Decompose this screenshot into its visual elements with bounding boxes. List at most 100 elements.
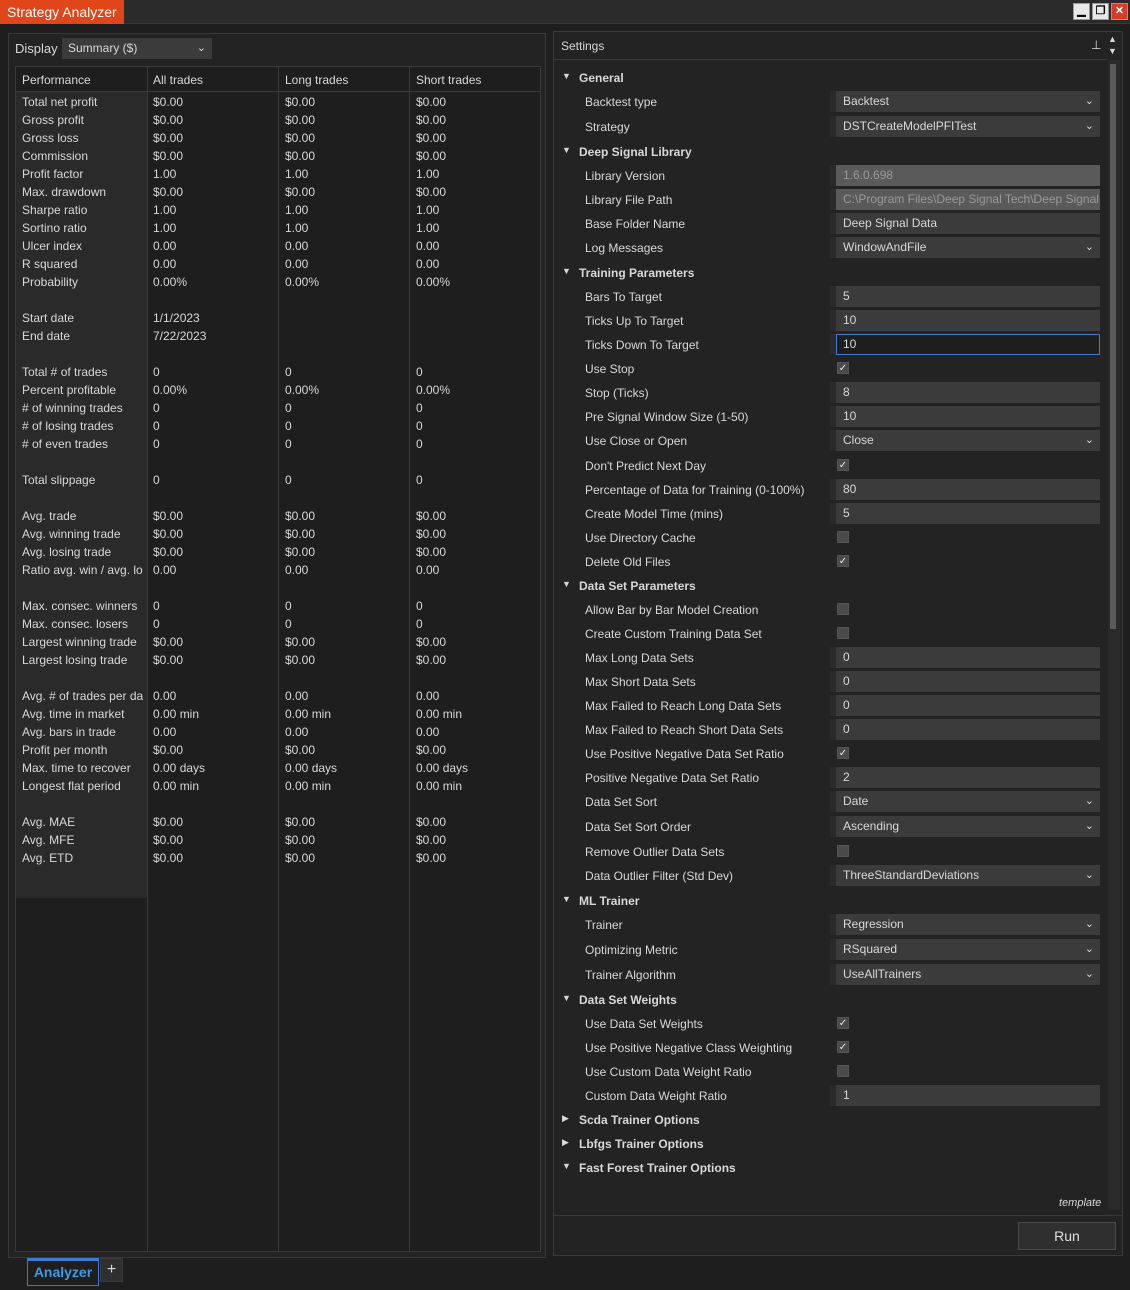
- short-trades-value: 1.00: [416, 167, 440, 181]
- property-backtest-type: Backtest type Backtest ⌄: [554, 91, 1107, 113]
- category-lbfgs-trainer-options[interactable]: ▶ Lbfgs Trainer Options: [554, 1133, 1107, 1155]
- property-trainer-algorithm: Trainer Algorithm UseAllTrainers ⌄: [554, 964, 1107, 986]
- property-input[interactable]: 0: [836, 671, 1100, 692]
- header-all-trades[interactable]: All trades: [153, 73, 203, 87]
- property-input[interactable]: 0: [836, 719, 1100, 740]
- checkbox-unchecked[interactable]: [837, 627, 849, 639]
- property-input[interactable]: 80: [836, 479, 1100, 500]
- property-dropdown[interactable]: Ascending ⌄: [836, 816, 1100, 837]
- caret-right-icon[interactable]: ▶: [562, 1113, 569, 1124]
- header-performance[interactable]: Performance: [22, 73, 91, 87]
- property-input[interactable]: 10: [836, 310, 1100, 331]
- property-input[interactable]: 2: [836, 767, 1100, 788]
- property-input[interactable]: 1: [836, 1085, 1100, 1106]
- property-input[interactable]: 5: [836, 286, 1100, 307]
- property-dropdown[interactable]: Backtest ⌄: [836, 91, 1100, 112]
- checkbox-checked[interactable]: ✓: [837, 1041, 849, 1053]
- checkbox-checked[interactable]: ✓: [837, 362, 849, 374]
- checkbox-unchecked[interactable]: [837, 531, 849, 543]
- checkbox-checked[interactable]: ✓: [837, 747, 849, 759]
- property-dropdown[interactable]: Date ⌄: [836, 791, 1100, 812]
- header-short-trades[interactable]: Short trades: [416, 73, 481, 87]
- category-deep-signal-library[interactable]: ▼ Deep Signal Library: [554, 141, 1107, 163]
- short-trades-value: $0.00: [416, 743, 447, 757]
- add-tab-button[interactable]: +: [100, 1258, 123, 1282]
- short-trades-value: $0.00: [416, 545, 447, 559]
- category-ml-trainer[interactable]: ▼ ML Trainer: [554, 890, 1107, 912]
- all-trades-value: $0.00: [153, 815, 184, 829]
- long-trades-value: 0: [285, 437, 292, 451]
- category-fast-forest-trainer-options[interactable]: ▼ Fast Forest Trainer Options: [554, 1157, 1107, 1179]
- caret-down-icon[interactable]: ▼: [562, 993, 571, 1003]
- property-label: Backtest type: [585, 95, 658, 109]
- header-long-trades[interactable]: Long trades: [285, 73, 348, 87]
- checkbox-unchecked[interactable]: [837, 603, 849, 615]
- property-dropdown[interactable]: WindowAndFile ⌄: [836, 237, 1100, 258]
- category-data-set-parameters[interactable]: ▼ Data Set Parameters: [554, 575, 1107, 597]
- display-dropdown[interactable]: Summary ($) ⌄: [62, 38, 212, 59]
- short-trades-value: 0.00 min: [416, 779, 463, 793]
- minimize-button[interactable]: ▁: [1073, 3, 1090, 20]
- all-trades-value: 0.00%: [153, 275, 188, 289]
- caret-down-icon[interactable]: ▼: [562, 145, 571, 155]
- chevron-down-icon: ⌄: [1084, 95, 1094, 107]
- template-label[interactable]: template: [1059, 1197, 1101, 1209]
- property-value: Ascending: [843, 819, 900, 833]
- run-button[interactable]: Run: [1018, 1222, 1116, 1250]
- metric-label: Max. time to recover: [22, 761, 131, 775]
- category-scda-trainer-options[interactable]: ▶ Scda Trainer Options: [554, 1109, 1107, 1131]
- caret-right-icon[interactable]: ▶: [562, 1137, 569, 1148]
- tab-analyzer[interactable]: Analyzer: [27, 1258, 99, 1286]
- short-trades-value: 0: [416, 365, 423, 379]
- title-bar: Strategy Analyzer ▁ ❐ ✕: [0, 0, 1130, 24]
- checkbox-unchecked[interactable]: [837, 1065, 849, 1077]
- long-trades-value: 1.00: [285, 221, 309, 235]
- short-trades-value: 0: [416, 473, 423, 487]
- property-dropdown[interactable]: ThreeStandardDeviations ⌄: [836, 865, 1100, 886]
- checkbox-unchecked[interactable]: [837, 845, 849, 857]
- caret-down-icon[interactable]: ▼: [562, 894, 571, 904]
- property-value: WindowAndFile: [843, 240, 927, 254]
- maximize-button[interactable]: ❐: [1092, 3, 1109, 20]
- property-label: Create Model Time (mins): [585, 507, 724, 521]
- scroll-up-icon[interactable]: ▲: [1108, 34, 1117, 44]
- caret-down-icon[interactable]: ▼: [562, 1161, 571, 1171]
- caret-down-icon[interactable]: ▼: [562, 71, 571, 81]
- property-input[interactable]: 10: [836, 334, 1100, 355]
- caret-down-icon[interactable]: ▼: [562, 579, 571, 589]
- metric-label: # of winning trades: [22, 401, 123, 415]
- checkbox-checked[interactable]: ✓: [837, 459, 849, 471]
- property-input[interactable]: 10: [836, 406, 1100, 427]
- short-trades-value: 0.00%: [416, 275, 451, 289]
- scrollbar-thumb[interactable]: [1110, 64, 1116, 629]
- pin-icon[interactable]: ⊥: [1091, 38, 1101, 52]
- property-input[interactable]: 8: [836, 382, 1100, 403]
- all-trades-value: $0.00: [153, 653, 184, 667]
- category-general[interactable]: ▼ General: [554, 67, 1107, 89]
- all-trades-value: $0.00: [153, 185, 184, 199]
- all-trades-value: 0: [153, 473, 160, 487]
- scroll-down-icon[interactable]: ▼: [1108, 46, 1117, 56]
- property-dropdown[interactable]: Regression ⌄: [836, 914, 1100, 935]
- metric-label: Sortino ratio: [22, 221, 87, 235]
- property-value: 1: [843, 1088, 850, 1102]
- metric-label: Avg. losing trade: [22, 545, 112, 559]
- property-input[interactable]: 0: [836, 647, 1100, 668]
- property-dropdown[interactable]: UseAllTrainers ⌄: [836, 964, 1100, 985]
- checkbox-checked[interactable]: ✓: [837, 1017, 849, 1029]
- category-training-parameters[interactable]: ▼ Training Parameters: [554, 262, 1107, 284]
- short-trades-value: $0.00: [416, 815, 447, 829]
- caret-down-icon[interactable]: ▼: [562, 266, 571, 276]
- property-dropdown[interactable]: RSquared ⌄: [836, 939, 1100, 960]
- property-dropdown[interactable]: Close ⌄: [836, 430, 1100, 451]
- property-input[interactable]: 5: [836, 503, 1100, 524]
- property-input[interactable]: Deep Signal Data: [836, 213, 1100, 234]
- property-input[interactable]: 0: [836, 695, 1100, 716]
- checkbox-checked[interactable]: ✓: [837, 555, 849, 567]
- property-label: Use Data Set Weights: [585, 1017, 703, 1031]
- property-dropdown[interactable]: DSTCreateModelPFITest ⌄: [836, 116, 1100, 137]
- property-log-messages: Log Messages WindowAndFile ⌄: [554, 237, 1107, 259]
- property-value: Close: [843, 433, 874, 447]
- category-data-set-weights[interactable]: ▼ Data Set Weights: [554, 989, 1107, 1011]
- close-button[interactable]: ✕: [1111, 3, 1128, 20]
